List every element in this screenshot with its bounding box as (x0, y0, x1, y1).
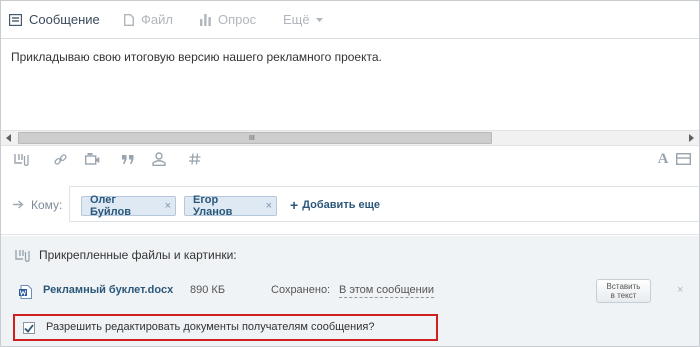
font-format-button[interactable]: A (654, 151, 672, 167)
insert-button-line1: Вставить (606, 282, 641, 291)
editor-toolbar: A (1, 147, 699, 173)
message-editor[interactable]: Прикладываю свою итоговую версию нашего … (1, 40, 699, 130)
recipient-chip[interactable]: Олег Буйлов × (81, 194, 176, 218)
permission-label: Разрешить редактировать документы получа… (46, 321, 375, 333)
tab-poll[interactable]: Опрос (200, 1, 256, 38)
tab-file[interactable]: Файл (124, 1, 173, 38)
recipient-name: Олег Буйлов (90, 194, 131, 218)
recipient-chip[interactable]: Егор Уланов × (184, 194, 277, 218)
tab-message-label: Сообщение (29, 12, 100, 27)
attach-icon (15, 249, 30, 262)
recipients-field[interactable]: Олег Буйлов × Егор Уланов × + Добавить е… (69, 186, 699, 222)
saved-label: Сохранено: (271, 284, 331, 296)
attachment-row: Рекламный буклет.docx 890 КБ Сохранено: … (1, 279, 699, 303)
tab-more[interactable]: Ещё (283, 1, 323, 38)
permission-checkbox[interactable] (23, 322, 35, 334)
chevron-down-icon (315, 17, 323, 22)
recipient-name: Егор Уланов (193, 194, 233, 218)
insert-into-text-button[interactable]: Вставить в текст (596, 279, 651, 303)
scrollbar-grip: III (249, 135, 255, 142)
attach-icon[interactable] (12, 151, 30, 167)
person-icon[interactable] (150, 151, 168, 167)
link-icon[interactable] (51, 151, 69, 167)
expand-editor-icon[interactable] (674, 151, 692, 167)
permission-highlight: Разрешить редактировать документы получа… (13, 314, 438, 341)
insert-button-line2: в текст (610, 291, 637, 300)
horizontal-scrollbar[interactable]: III (1, 130, 699, 146)
quote-icon[interactable] (119, 151, 137, 167)
recipients-label: Кому: (31, 198, 63, 212)
tab-more-label: Ещё (283, 12, 310, 27)
plus-icon: + (290, 197, 299, 213)
tab-file-label: Файл (141, 12, 173, 27)
checkmark-icon (24, 323, 34, 333)
word-document-icon (19, 285, 32, 302)
scrollbar-thumb[interactable]: III (18, 132, 492, 144)
message-text: Прикладываю свою итоговую версию нашего … (11, 50, 382, 64)
hashtag-icon[interactable] (186, 151, 204, 167)
video-icon[interactable] (83, 151, 101, 167)
attachment-file-link[interactable]: Рекламный буклет.docx (43, 284, 173, 296)
message-icon (9, 13, 22, 26)
remove-attachment-icon[interactable]: × (677, 284, 683, 296)
file-icon (124, 13, 134, 26)
scroll-right-icon[interactable] (689, 134, 694, 142)
tab-message[interactable]: Сообщение (9, 1, 100, 38)
attachment-file-size: 890 КБ (190, 284, 226, 296)
tab-poll-label: Опрос (218, 12, 257, 27)
compose-tabs: Сообщение Файл Опрос Ещё (1, 1, 699, 39)
arrow-right-icon (13, 198, 24, 212)
add-recipient-link[interactable]: + Добавить еще (290, 197, 381, 213)
add-recipient-label: Добавить еще (302, 199, 381, 211)
remove-recipient-icon[interactable]: × (266, 200, 272, 212)
recipients-row: Кому: Олег Буйлов × Егор Уланов × + Доба… (1, 173, 699, 235)
bar-chart-icon (200, 13, 211, 26)
compose-window: Сообщение Файл Опрос Ещё Прикладываю сво… (0, 0, 700, 347)
scroll-left-icon[interactable] (6, 134, 11, 142)
attachments-heading: Прикрепленные файлы и картинки: (15, 248, 237, 262)
attachments-heading-text: Прикрепленные файлы и картинки: (39, 248, 237, 262)
saved-location-dropdown[interactable]: В этом сообщении (339, 284, 434, 298)
remove-recipient-icon[interactable]: × (165, 200, 171, 212)
